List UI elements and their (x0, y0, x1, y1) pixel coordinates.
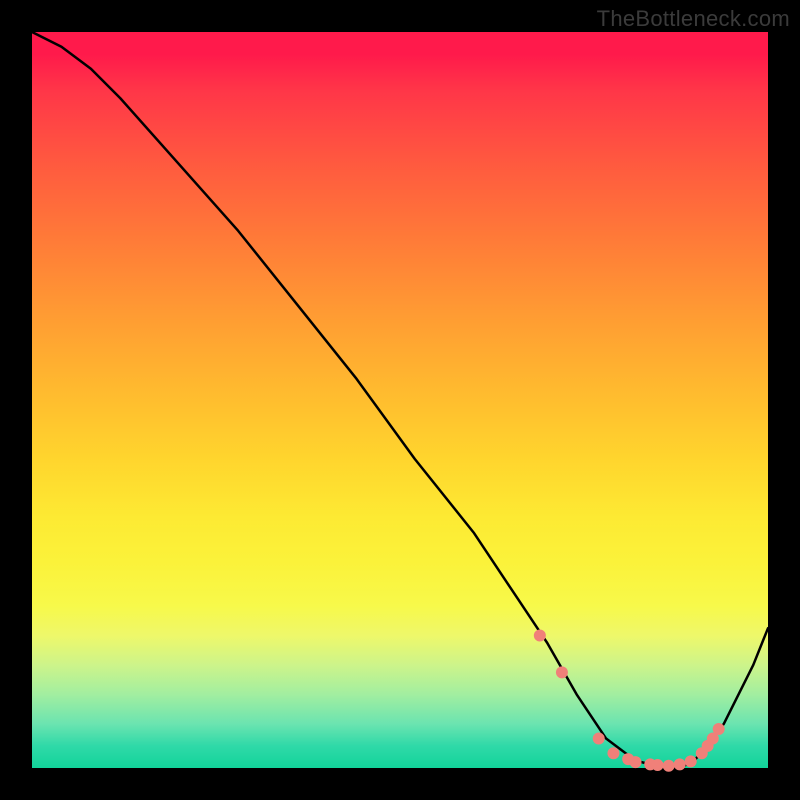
scatter-dot (652, 759, 664, 771)
scatter-dot (556, 666, 568, 678)
scatter-dot (630, 756, 642, 768)
scatter-dot (593, 733, 605, 745)
scatter-dot (674, 758, 686, 770)
curve-line (32, 32, 768, 768)
scatter-dots (534, 630, 725, 772)
scatter-dot (607, 747, 619, 759)
watermark-text: TheBottleneck.com (597, 6, 790, 32)
scatter-dot (685, 755, 697, 767)
chart-plot-area (32, 32, 768, 768)
scatter-dot (534, 630, 546, 642)
scatter-dot (663, 760, 675, 772)
scatter-dot (713, 723, 725, 735)
chart-svg (32, 32, 768, 768)
chart-frame: TheBottleneck.com (0, 0, 800, 800)
